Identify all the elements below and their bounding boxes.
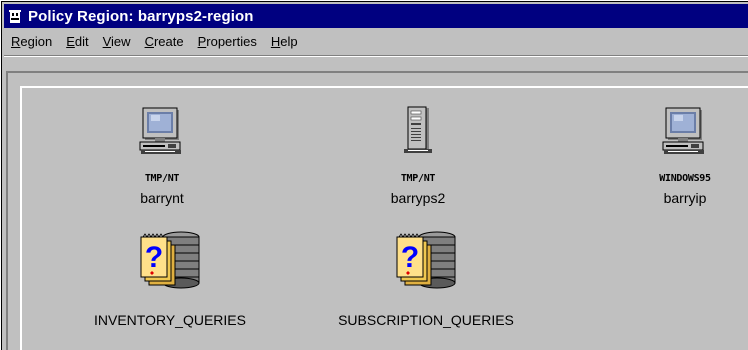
managed-node-barryip[interactable]: WINDOWS95 barryip [648,106,722,206]
window-title: Policy Region: barryps2-region [28,7,254,25]
menu-bar: Region Edit View Create Properties Help [4,28,748,54]
menu-properties[interactable]: Properties [190,34,263,49]
menu-view[interactable]: View [95,34,137,49]
svg-text:?: ? [145,241,163,274]
managed-node-barryps2[interactable]: TMP/NT barryps2 [382,106,454,206]
query-library-label: INVENTORY_QUERIES [94,312,246,328]
title-bar[interactable]: Policy Region: barryps2-region [4,4,748,28]
desktop-computer-icon [139,107,181,154]
query-library-subscription[interactable]: ? SUBSCRIPTION_QUERIES [306,227,546,328]
policy-region-window: Policy Region: barryps2-region Region Ed… [1,1,748,350]
app-icon[interactable] [4,4,26,28]
node-label: barryip [663,190,707,206]
node-type-caption: TMP/NT [400,173,436,184]
node-label: barrynt [140,190,184,206]
node-type-caption: WINDOWS95 [659,173,711,184]
menu-help[interactable]: Help [263,34,304,49]
menu-create[interactable]: Create [137,34,190,49]
server-tower-icon [404,106,432,153]
query-library-icon: ? [396,231,456,289]
node-label: barryps2 [390,190,446,206]
query-library-icon: ? [140,231,200,289]
desktop-computer-icon [662,107,704,154]
managed-node-barrynt[interactable]: TMP/NT barrynt [127,106,197,206]
menu-edit[interactable]: Edit [58,34,94,49]
query-library-inventory[interactable]: ? INVENTORY_QUERIES [60,227,280,328]
node-type-caption: TMP/NT [144,173,180,184]
menu-region[interactable]: Region [4,34,58,49]
svg-text:?: ? [401,241,419,274]
menu-separator [4,55,748,57]
query-library-label: SUBSCRIPTION_QUERIES [338,312,514,328]
